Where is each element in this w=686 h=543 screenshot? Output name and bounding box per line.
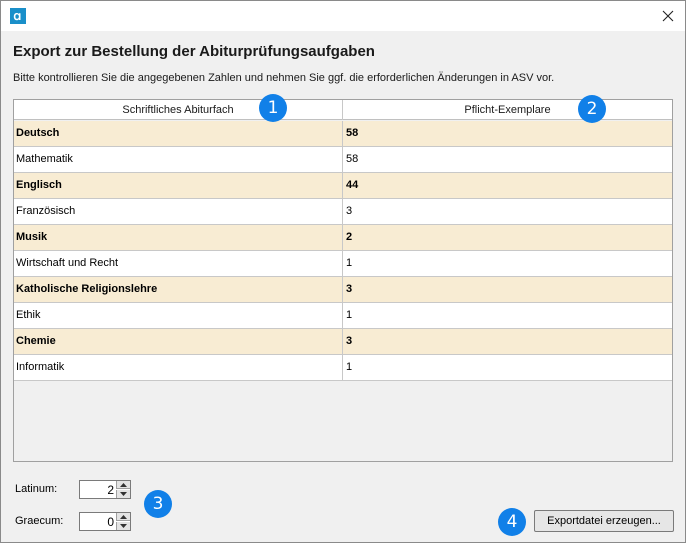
table-row[interactable]: Englisch 44 <box>14 173 672 199</box>
title-bar <box>1 1 685 31</box>
close-button[interactable] <box>651 1 685 31</box>
graecum-decrement-button[interactable] <box>116 522 130 530</box>
dialog-heading: Export zur Bestellung der Abiturprüfungs… <box>13 43 375 60</box>
table-row[interactable]: Katholische Religionslehre 3 <box>14 277 672 303</box>
dialog-content: Export zur Bestellung der Abiturprüfungs… <box>1 31 685 542</box>
column-header-copies[interactable]: Pflicht-Exemplare <box>343 100 672 120</box>
graecum-spinner[interactable] <box>79 512 131 531</box>
cell-subject[interactable]: Chemie <box>14 329 343 354</box>
callout-badge-3: 3 <box>144 490 172 518</box>
cell-copies[interactable]: 3 <box>343 277 672 302</box>
cell-subject[interactable]: Englisch <box>14 173 343 198</box>
cell-copies[interactable]: 3 <box>343 199 672 224</box>
latinum-decrement-button[interactable] <box>116 490 130 498</box>
latinum-increment-button[interactable] <box>116 481 130 489</box>
asv-logo-icon <box>10 8 26 24</box>
export-dialog-window: Export zur Bestellung der Abiturprüfungs… <box>0 0 686 543</box>
export-file-button[interactable]: Exportdatei erzeugen... <box>534 510 674 532</box>
graecum-increment-button[interactable] <box>116 513 130 521</box>
cell-subject[interactable]: Deutsch <box>14 121 343 146</box>
table-row[interactable]: Französisch 3 <box>14 199 672 225</box>
latinum-spinner[interactable] <box>79 480 131 499</box>
close-icon <box>662 10 674 22</box>
latinum-spin-buttons <box>116 481 130 498</box>
column-header-subject[interactable]: Schriftliches Abiturfach <box>14 100 343 120</box>
cell-copies[interactable]: 3 <box>343 329 672 354</box>
cell-subject[interactable]: Ethik <box>14 303 343 328</box>
cell-subject[interactable]: Katholische Religionslehre <box>14 277 343 302</box>
callout-badge-4: 4 <box>498 508 526 536</box>
graecum-label: Graecum: <box>15 515 64 527</box>
table-row[interactable]: Ethik 1 <box>14 303 672 329</box>
table-row[interactable]: Mathematik 58 <box>14 147 672 173</box>
table-row[interactable]: Deutsch 58 <box>14 121 672 147</box>
cell-copies[interactable]: 2 <box>343 225 672 250</box>
table-body: Deutsch 58 Mathematik 58 Englisch 44 Fra… <box>14 121 672 381</box>
cell-subject[interactable]: Wirtschaft und Recht <box>14 251 343 276</box>
latinum-input[interactable] <box>80 481 116 498</box>
cell-copies[interactable]: 1 <box>343 251 672 276</box>
cell-subject[interactable]: Mathematik <box>14 147 343 172</box>
graecum-input[interactable] <box>80 513 116 530</box>
table-header: Schriftliches Abiturfach Pflicht-Exempla… <box>14 100 672 120</box>
callout-badge-1: 1 <box>259 94 287 122</box>
cell-subject[interactable]: Informatik <box>14 355 343 380</box>
chevron-down-icon <box>120 492 127 496</box>
latinum-label: Latinum: <box>15 483 58 495</box>
table-row[interactable]: Musik 2 <box>14 225 672 251</box>
graecum-spin-buttons <box>116 513 130 530</box>
chevron-up-icon <box>120 514 127 519</box>
chevron-down-icon <box>120 524 127 528</box>
cell-copies[interactable]: 1 <box>343 355 672 380</box>
cell-subject[interactable]: Französisch <box>14 199 343 224</box>
cell-copies[interactable]: 58 <box>343 121 672 146</box>
table-row[interactable]: Informatik 1 <box>14 355 672 381</box>
subjects-table: Schriftliches Abiturfach Pflicht-Exempla… <box>13 99 673 462</box>
cell-subject[interactable]: Musik <box>14 225 343 250</box>
callout-badge-2: 2 <box>578 95 606 123</box>
cell-copies[interactable]: 1 <box>343 303 672 328</box>
chevron-up-icon <box>120 482 127 487</box>
table-row[interactable]: Wirtschaft und Recht 1 <box>14 251 672 277</box>
cell-copies[interactable]: 58 <box>343 147 672 172</box>
cell-copies[interactable]: 44 <box>343 173 672 198</box>
table-row[interactable]: Chemie 3 <box>14 329 672 355</box>
dialog-description: Bitte kontrollieren Sie die angegebenen … <box>13 72 555 84</box>
